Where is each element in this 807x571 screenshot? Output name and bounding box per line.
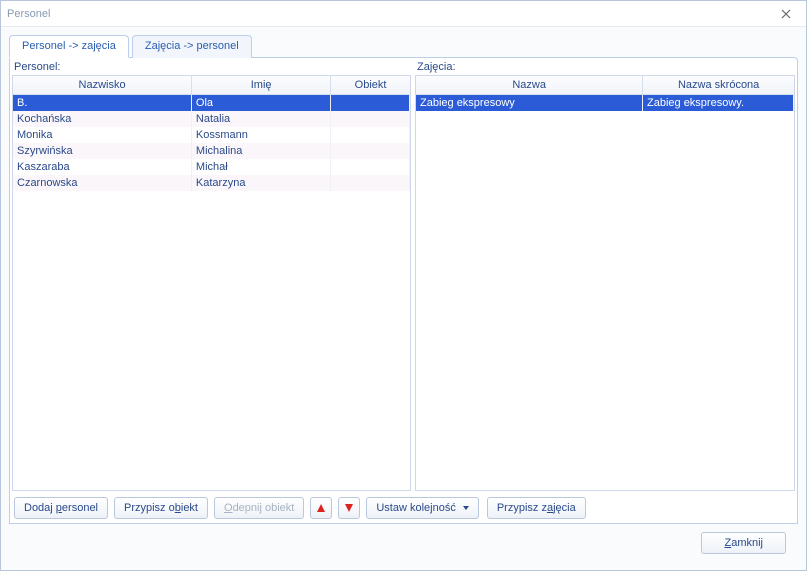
table-row[interactable]: CzarnowskaKatarzyna (13, 175, 410, 191)
table-row[interactable]: B.Ola (13, 95, 410, 111)
panes: Personel: Nazwisko Imię Obiekt (12, 60, 795, 491)
cell-nazwisko: B. (13, 95, 191, 111)
zajecia-grid-body: Zabieg ekspresowyZabieg ekspresowy. (416, 95, 794, 491)
table-row[interactable]: SzyrwińskaMichalina (13, 143, 410, 159)
cell-obiekt (330, 159, 409, 175)
personel-header-row: Nazwisko Imię Obiekt (13, 76, 410, 94)
tab-zajecia-personel[interactable]: Zajęcia -> personel (132, 35, 252, 58)
cell-nazwisko: Monika (13, 127, 191, 143)
table-row[interactable]: KochańskaNatalia (13, 111, 410, 127)
col-nazwa[interactable]: Nazwa (416, 76, 643, 94)
col-nazwa-skrocona[interactable]: Nazwa skrócona (643, 76, 794, 94)
cell-imie: Michalina (191, 143, 330, 159)
arrow-up-icon (317, 504, 325, 512)
cell-imie: Natalia (191, 111, 330, 127)
cell-nazwisko: Szyrwińska (13, 143, 191, 159)
window-title: Personel (7, 8, 772, 20)
arrow-down-icon (345, 504, 353, 512)
tab-panel: Personel: Nazwisko Imię Obiekt (9, 57, 798, 524)
dodaj-personel-button[interactable]: Dodaj personel (14, 497, 108, 519)
cell-obiekt (330, 143, 409, 159)
move-up-button[interactable] (310, 497, 332, 519)
move-down-button[interactable] (338, 497, 360, 519)
cell-nazwisko: Kaszaraba (13, 159, 191, 175)
titlebar: Personel (1, 1, 806, 27)
chevron-down-icon (463, 506, 469, 510)
cell-imie: Ola (191, 95, 330, 111)
toolbar: Dodaj personel Przypisz obiekt Odepnij o… (12, 491, 795, 521)
col-nazwisko[interactable]: Nazwisko (13, 76, 192, 94)
col-obiekt[interactable]: Obiekt (331, 76, 410, 94)
cell-nazwisko: Kochańska (13, 111, 191, 127)
cell-obiekt (330, 95, 409, 111)
zajecia-label: Zajęcia: (415, 60, 795, 75)
cell-nazwa: Zabieg ekspresowy (416, 95, 643, 111)
table-row[interactable]: MonikaKossmann (13, 127, 410, 143)
przypisz-zajecia-button[interactable]: Przypisz zajęcia (487, 497, 586, 519)
cell-imie: Kossmann (191, 127, 330, 143)
content: Personel -> zajęcia Zajęcia -> personel … (1, 27, 806, 570)
zajecia-pane: Zajęcia: Nazwa Nazwa skrócona (415, 60, 795, 491)
col-imie[interactable]: Imię (192, 76, 331, 94)
cell-obiekt (330, 111, 409, 127)
ustaw-kolejnosc-button[interactable]: Ustaw kolejność (366, 497, 478, 519)
personel-grid[interactable]: Nazwisko Imię Obiekt B.OlaKochańskaNatal… (12, 75, 411, 491)
tab-personel-zajecia[interactable]: Personel -> zajęcia (9, 35, 129, 58)
right-toolbar: Przypisz zajęcia (485, 497, 586, 519)
tabs-strip: Personel -> zajęcia Zajęcia -> personel (9, 35, 798, 58)
personel-pane: Personel: Nazwisko Imię Obiekt (12, 60, 411, 491)
footer: Zamknij (9, 524, 798, 564)
przypisz-obiekt-button[interactable]: Przypisz obiekt (114, 497, 208, 519)
zajecia-grid[interactable]: Nazwa Nazwa skrócona Zabieg ekspresowyZa… (415, 75, 795, 491)
personel-label: Personel: (12, 60, 411, 75)
table-row[interactable]: KaszarabaMichał (13, 159, 410, 175)
close-icon[interactable] (772, 5, 800, 23)
odepnij-obiekt-button[interactable]: Odepnij obiekt (214, 497, 304, 519)
cell-imie: Katarzyna (191, 175, 330, 191)
personel-grid-body: B.OlaKochańskaNataliaMonikaKossmannSzyrw… (13, 95, 410, 491)
table-row[interactable]: Zabieg ekspresowyZabieg ekspresowy. (416, 95, 794, 111)
zajecia-header-row: Nazwa Nazwa skrócona (416, 76, 794, 94)
cell-skrot: Zabieg ekspresowy. (643, 95, 794, 111)
cell-obiekt (330, 175, 409, 191)
personel-window: Personel Personel -> zajęcia Zajęcia -> … (0, 0, 807, 571)
cell-imie: Michał (191, 159, 330, 175)
cell-obiekt (330, 127, 409, 143)
zamknij-button[interactable]: Zamknij (701, 532, 786, 554)
cell-nazwisko: Czarnowska (13, 175, 191, 191)
